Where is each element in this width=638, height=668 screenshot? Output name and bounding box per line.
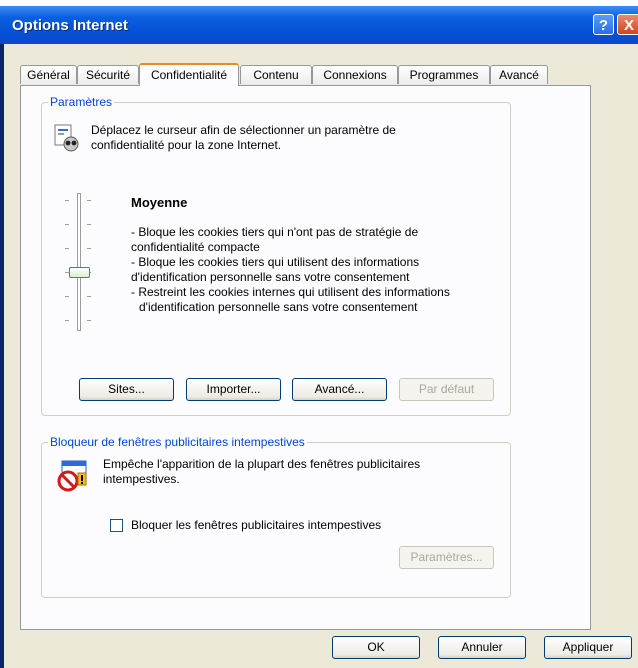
slider-track[interactable] [77,193,81,331]
privacy-level-title: Moyenne [131,195,188,210]
ok-button[interactable]: OK [332,636,420,659]
popup-blocker-icon [57,460,87,492]
popup-settings-button[interactable]: Paramètres... [399,546,494,569]
tab-content[interactable]: Contenu [240,65,312,84]
level-desc-line: - Restreint les cookies internes qui uti… [131,285,450,299]
tab-privacy[interactable]: Confidentialité [139,63,239,86]
settings-group: Paramètres Déplacez le curseur afin de s… [41,95,511,416]
slider-thumb[interactable] [69,267,90,278]
block-popups-label[interactable]: Bloquer les fenêtres publicitaires intem… [131,518,381,533]
block-popups-checkbox[interactable] [110,519,123,532]
slider-tick [65,296,69,297]
tab-general[interactable]: Général [20,65,77,84]
popup-blocker-legend: Bloqueur de fenêtres publicitaires intem… [48,435,307,449]
tab-security[interactable]: Sécurité [77,65,139,84]
level-desc-line: confidentialité compacte [131,240,260,254]
default-button[interactable]: Par défaut [399,378,494,401]
level-desc-line: d'identification personnelle sans votre … [139,300,418,314]
slider-tick [87,200,91,201]
settings-legend: Paramètres [48,95,115,109]
slider-tick [65,248,69,249]
popup-blocker-group: Bloqueur de fenêtres publicitaires intem… [41,435,511,598]
slider-tick [87,320,91,321]
sites-button[interactable]: Sites... [79,378,174,401]
window-title: Options Internet [12,17,128,34]
title-bar[interactable]: Options Internet ? X [0,6,638,44]
privacy-tab-panel: Paramètres Déplacez le curseur afin de s… [20,85,591,630]
slider-tick [65,200,69,201]
level-desc-line: - Bloque les cookies tiers qui utilisent… [131,255,420,269]
slider-tick [87,296,91,297]
slider-tick [87,248,91,249]
intro-line-1: Déplacez le curseur afin de sélectionner… [91,123,396,137]
close-button[interactable]: X [617,14,638,35]
slider-tick [87,224,91,225]
import-button[interactable]: Importer... [186,378,281,401]
slider-tick [65,320,69,321]
apply-button[interactable]: Appliquer [544,636,632,659]
tab-connections[interactable]: Connexions [312,65,398,84]
internet-options-window: Options Internet ? X Général Sécurité Co… [0,6,638,668]
level-desc-line: - Bloque les cookies tiers qui n'ont pas… [131,225,419,239]
dialog-client-area: Général Sécurité Confidentialité Contenu… [4,44,638,668]
slider-tick [65,224,69,225]
level-desc-line: d'identification personnelle sans votre … [131,270,410,284]
popup-desc-line-1: Empêche l'apparition de la plupart des f… [103,457,421,471]
tab-advanced[interactable]: Avancé [490,65,548,84]
advanced-button[interactable]: Avancé... [292,378,387,401]
intro-line-2: confidentialité pour la zone Internet. [91,138,282,152]
popup-desc-line-2: intempestives. [103,472,180,486]
cancel-button[interactable]: Annuler [438,636,526,659]
tab-programs[interactable]: Programmes [398,65,490,84]
privacy-icon [54,124,79,152]
help-button[interactable]: ? [593,14,614,35]
